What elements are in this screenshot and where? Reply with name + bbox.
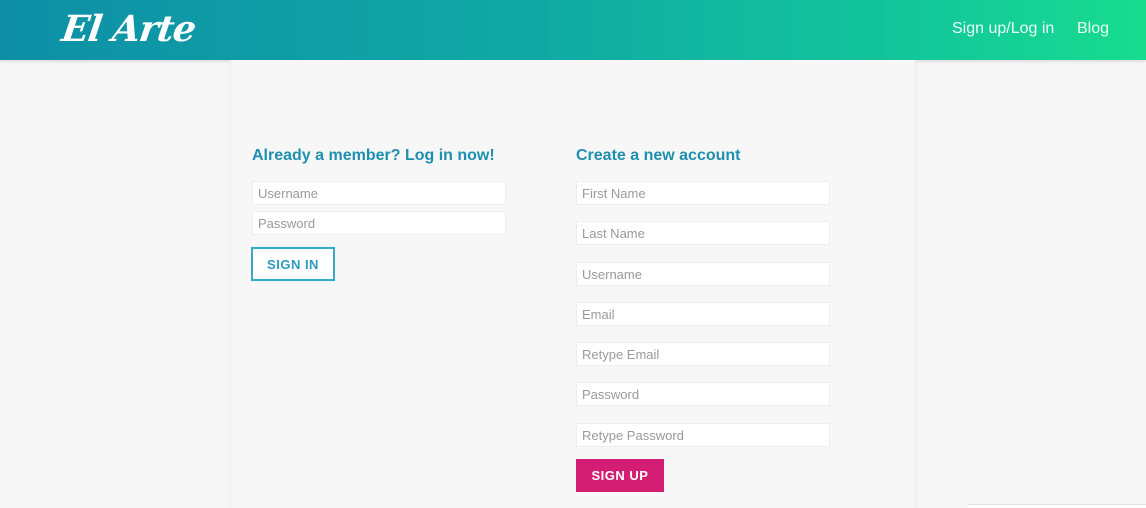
top-navigation-bar: El Arte Sign up/Log in Blog <box>0 0 1146 60</box>
first-name-input[interactable] <box>576 181 830 205</box>
login-heading: Already a member? Log in now! <box>252 147 495 164</box>
last-name-input[interactable] <box>576 221 830 245</box>
sign-in-button[interactable]: SIGN IN <box>251 247 335 281</box>
register-password-input[interactable] <box>576 382 830 406</box>
email-input[interactable] <box>576 302 830 326</box>
retype-email-input[interactable] <box>576 342 830 366</box>
login-username-input[interactable] <box>252 181 506 205</box>
corner-widget <box>968 504 1146 508</box>
register-username-input[interactable] <box>576 262 830 286</box>
retype-password-input[interactable] <box>576 423 830 447</box>
nav-blog-link[interactable]: Blog <box>1077 20 1109 38</box>
nav-signup-login-link[interactable]: Sign up/Log in <box>952 20 1054 38</box>
register-heading: Create a new account <box>576 147 741 164</box>
login-password-input[interactable] <box>252 211 506 235</box>
site-logo[interactable]: El Arte <box>59 8 198 50</box>
sign-up-button[interactable]: SIGN UP <box>576 459 664 492</box>
